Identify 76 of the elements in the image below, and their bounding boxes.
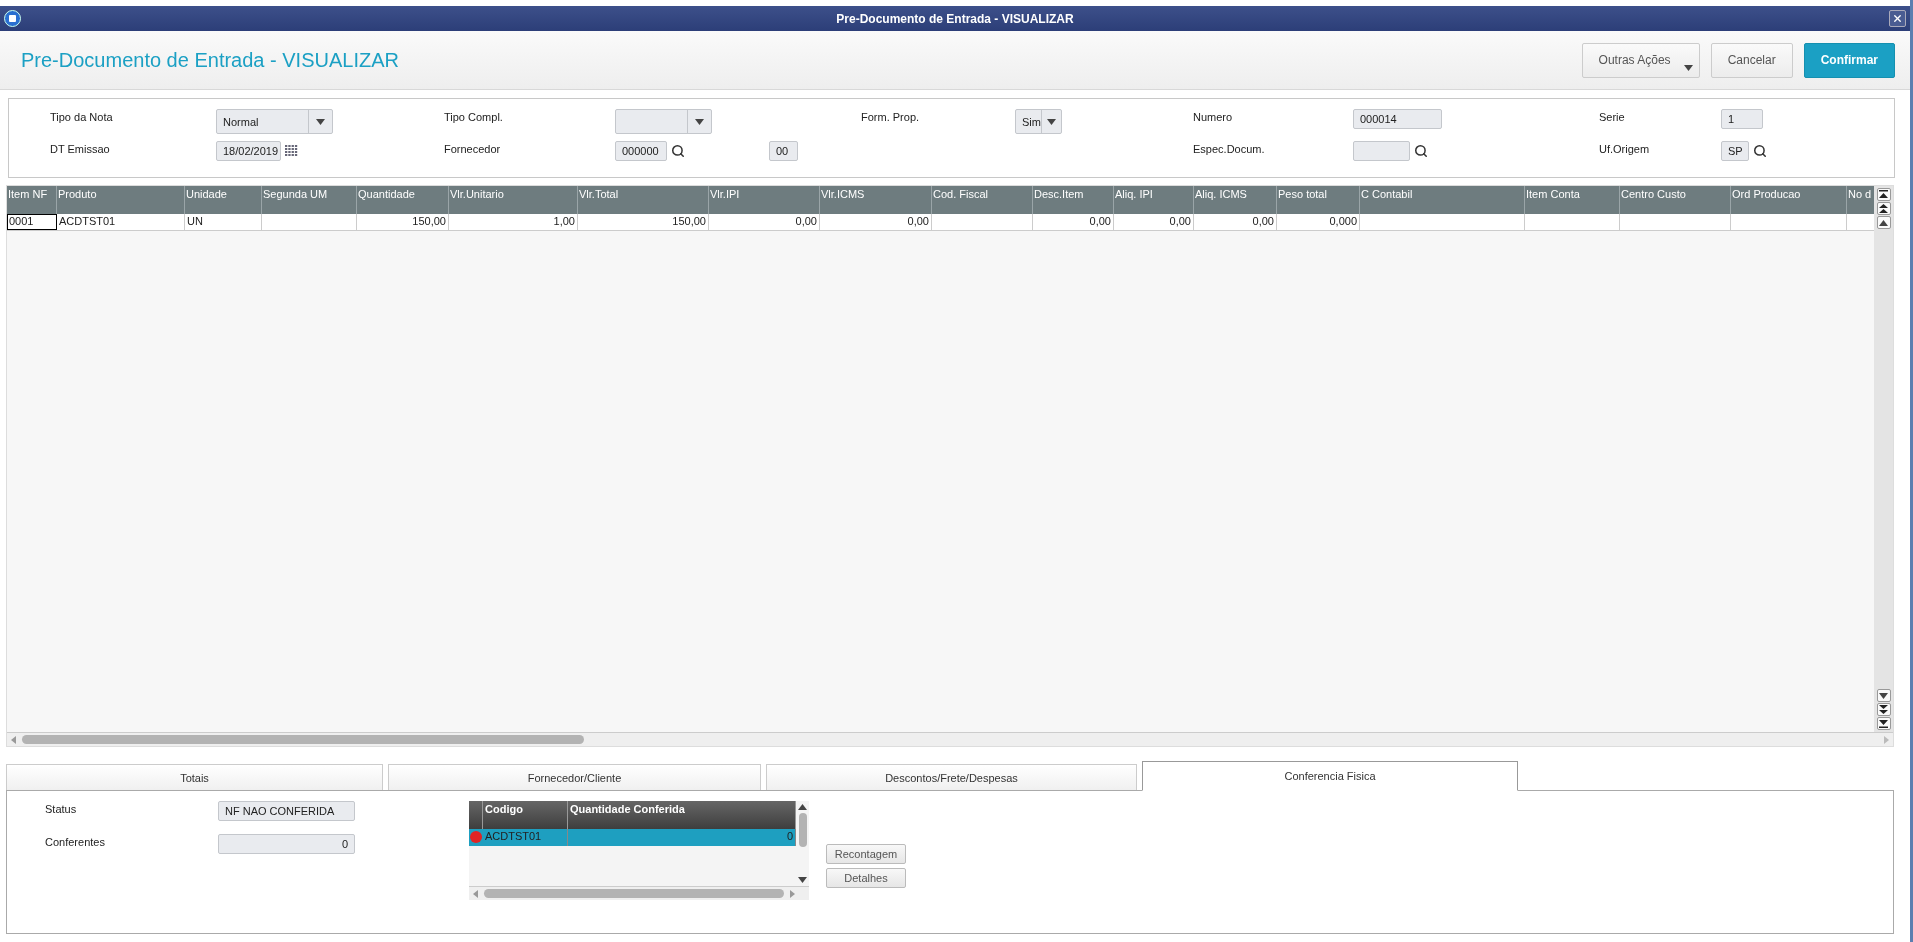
scroll-bottom-icon (1879, 719, 1888, 728)
field-label: Form. Prop. (861, 110, 921, 123)
search-icon[interactable] (671, 144, 685, 158)
field-label: Fornecedor (444, 142, 502, 155)
action-button[interactable]: Recontagem (826, 844, 906, 864)
down-arrow-icon (1879, 692, 1888, 699)
field-label: Espec.Docum. (1193, 142, 1266, 155)
caret-icon (1046, 118, 1056, 125)
table-cell: 0,00 (1194, 214, 1277, 230)
field-label: Serie (1599, 110, 1626, 123)
lookup-field[interactable]: 000000 (615, 141, 667, 161)
table-cell: 0,00 (709, 214, 820, 230)
select-field[interactable]: Sim (1015, 109, 1062, 134)
menu-button[interactable]: Outras Ações (1581, 42, 1700, 78)
select-field[interactable] (615, 109, 712, 134)
left-arrow-icon (473, 889, 478, 898)
double-up-arrow-icon (1879, 204, 1888, 213)
date-field[interactable]: 18/02/2019 (216, 141, 281, 161)
left-arrow-icon (11, 735, 16, 744)
select-field[interactable]: Normal (216, 109, 333, 134)
field-label: Conferentes (45, 835, 106, 850)
vertical-scrollbar[interactable] (1874, 186, 1893, 732)
close-button[interactable] (1889, 10, 1906, 27)
vertical-scrollbar[interactable] (796, 801, 809, 886)
table-cell: ACDTST01 (483, 829, 568, 846)
lookup-field[interactable] (1353, 141, 1410, 161)
table-cell: 0,00 (820, 214, 932, 230)
calendar-icon[interactable] (285, 145, 298, 157)
page-title: Pre-Documento de Entrada - VISUALIZAR (21, 48, 400, 72)
right-arrow-icon (790, 889, 795, 898)
list-row[interactable]: ACDTST01 0 (469, 829, 796, 846)
up-arrow-icon (798, 804, 807, 810)
table-cell: 0,00 (1033, 214, 1114, 230)
tab[interactable]: Conferencia Fisica (1142, 761, 1518, 791)
action-button[interactable]: Detalhes (826, 868, 906, 888)
cancel-button[interactable]: Cancelar (1710, 42, 1793, 78)
column-header[interactable]: Item NF (7, 186, 57, 214)
field-label: Tipo Compl. (444, 110, 504, 123)
tab[interactable]: Fornecedor/Cliente (388, 764, 761, 790)
down-arrow-icon (798, 877, 807, 883)
field-label: Tipo da Nota (50, 110, 114, 123)
text-field[interactable]: 000014 (1353, 109, 1442, 129)
scroll-top-icon (1879, 190, 1888, 199)
up-arrow-icon (1879, 219, 1888, 226)
caret-icon (695, 118, 704, 125)
caret-icon (1683, 64, 1693, 71)
table-cell: UN (185, 214, 262, 230)
table-cell: ACDTST01 (57, 214, 185, 230)
field-label: DT Emissao (50, 142, 111, 155)
field-label: Uf.Origem (1599, 142, 1651, 155)
text-field[interactable]: NF NAO CONFERIDA (218, 801, 355, 821)
app-icon (4, 10, 21, 27)
right-arrow-icon (1884, 735, 1889, 744)
double-down-arrow-icon (1879, 705, 1888, 714)
text-field[interactable]: 1 (1721, 109, 1763, 129)
tab[interactable]: Totais (6, 764, 383, 790)
table-cell: 150,00 (357, 214, 449, 230)
table-cell: 1,00 (449, 214, 578, 230)
code-field[interactable]: 00 (769, 141, 798, 161)
field-label: Status (45, 802, 78, 817)
close-icon (1892, 13, 1903, 24)
tab[interactable]: Descontos/Frete/Despesas (766, 764, 1137, 790)
caret-icon (316, 118, 325, 125)
search-icon[interactable] (1753, 144, 1767, 158)
field-label: Numero (1193, 110, 1234, 123)
table-cell: 0,000 (1277, 214, 1360, 230)
table-cell: 0,00 (1114, 214, 1194, 230)
table-cell: 0001 (7, 214, 57, 230)
lookup-field[interactable]: SP (1721, 141, 1749, 161)
confirm-button[interactable]: Confirmar (1803, 42, 1895, 78)
table-cell: 150,00 (578, 214, 709, 230)
search-icon[interactable] (1414, 144, 1428, 158)
text-field[interactable]: 0 (218, 834, 355, 854)
horizontal-scrollbar[interactable] (7, 732, 1893, 746)
window-title: Pre-Documento de Entrada - VISUALIZAR (835, 11, 1075, 26)
horizontal-scrollbar[interactable] (469, 886, 809, 900)
